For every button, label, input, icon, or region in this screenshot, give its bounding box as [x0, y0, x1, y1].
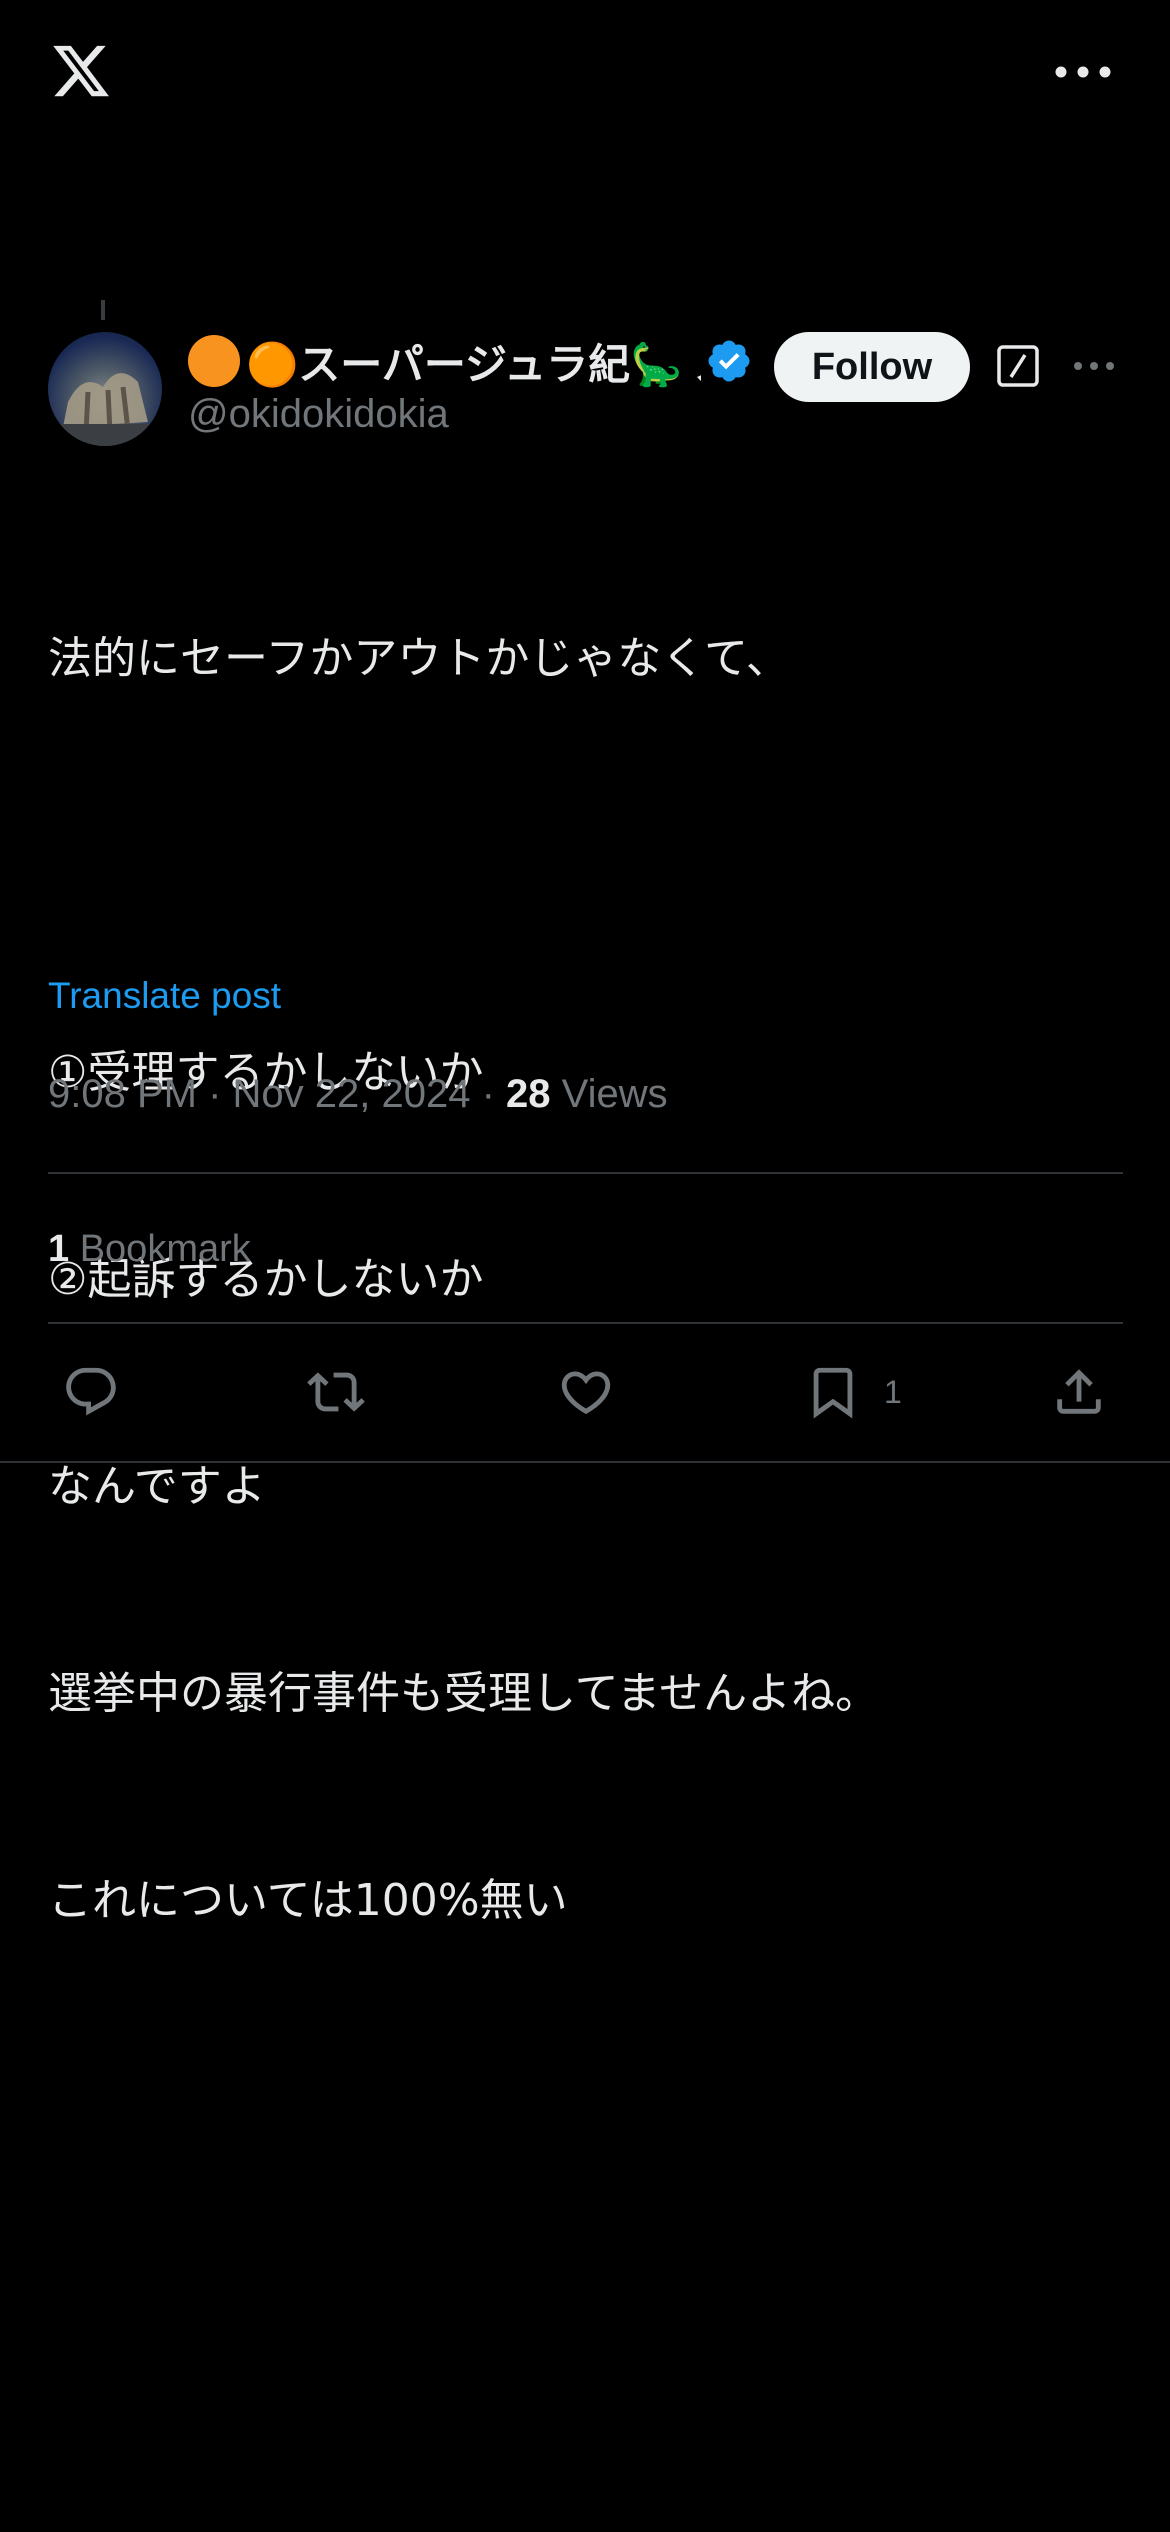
post-text-line: これについては100%無い [48, 1875, 568, 1926]
bookmark-stat-count: 1 [48, 1228, 70, 1270]
orange-circle-emoji [188, 335, 240, 387]
x-logo-icon[interactable] [48, 40, 114, 102]
bookmark-count: 1 [884, 1373, 902, 1410]
post-time[interactable]: 9:08 PM [48, 1072, 197, 1116]
grok-icon[interactable] [996, 344, 1040, 388]
avatar[interactable] [48, 332, 162, 446]
separator-dot: · [208, 1072, 233, 1116]
bookmark-button[interactable]: 1 [804, 1362, 902, 1422]
repost-button[interactable] [307, 1362, 365, 1422]
author-handle[interactable]: @okidokidokia [188, 392, 449, 437]
post-text-line [48, 831, 1118, 900]
top-bar [0, 0, 1170, 150]
translate-post-link[interactable]: Translate post [48, 975, 281, 1017]
separator-dot: · [481, 1072, 507, 1116]
divider [48, 1172, 1123, 1174]
post-text-line: 選挙中の暴行事件も受理してませんよね。 [48, 1668, 880, 1719]
reply-icon [66, 1367, 116, 1416]
like-button[interactable] [557, 1362, 615, 1422]
bookmark-stat-label: Bookmark [79, 1228, 251, 1270]
bookmark-stats[interactable]: 1 Bookmark [48, 1228, 251, 1271]
more-options-icon[interactable] [1051, 58, 1115, 86]
divider [0, 1461, 1170, 1463]
author-display-name[interactable]: 🟠スーパージュラ紀🦕 ス [246, 331, 701, 392]
share-button[interactable] [1050, 1362, 1108, 1422]
post-date[interactable]: Nov 22, 2024 [233, 1072, 471, 1116]
divider [48, 1322, 1123, 1324]
follow-button[interactable]: Follow [774, 332, 970, 402]
author-name-row[interactable]: 🟠スーパージュラ紀🦕 ス [188, 326, 753, 396]
post-metadata: 9:08 PM · Nov 22, 2024 · 28 Views [48, 1072, 668, 1117]
avatar-image [48, 373, 162, 446]
post-text-line: 法的にセーフかアウトかじゃなくて、 [48, 633, 790, 684]
share-icon [1057, 1369, 1101, 1414]
views-count: 28 [506, 1072, 551, 1116]
verified-badge-icon[interactable] [705, 337, 753, 385]
heart-icon [561, 1371, 611, 1415]
thread-connector-line [101, 300, 105, 320]
post-more-options-icon[interactable] [1072, 355, 1116, 377]
reply-button[interactable] [62, 1362, 120, 1422]
repost-icon [307, 1372, 365, 1412]
views-label: Views [561, 1072, 668, 1116]
bookmark-icon [813, 1367, 853, 1419]
